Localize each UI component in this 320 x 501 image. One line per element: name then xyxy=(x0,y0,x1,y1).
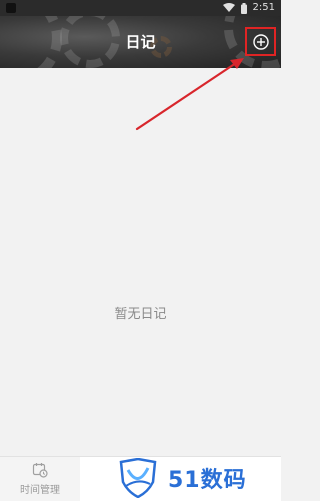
shield-logo-icon xyxy=(119,458,157,498)
calendar-clock-icon xyxy=(32,463,48,478)
watermark: 51数码 xyxy=(118,456,247,500)
status-icons: 2:51 xyxy=(222,1,275,15)
status-bar: 2:51 xyxy=(0,0,281,16)
battery-icon xyxy=(240,2,247,14)
status-time: 2:51 xyxy=(252,2,275,13)
notification-icon xyxy=(6,3,16,13)
plus-circle-icon xyxy=(252,33,269,50)
page-title: 日记 xyxy=(125,33,156,51)
wifi-icon xyxy=(222,3,235,12)
tab-time-management[interactable]: 时间管理 xyxy=(0,457,80,501)
watermark-text: 51数码 xyxy=(168,468,247,493)
add-diary-button[interactable] xyxy=(245,27,276,56)
tab-label: 时间管理 xyxy=(20,485,60,496)
diary-list-area: 暂无日记 xyxy=(0,68,281,456)
empty-state-text: 暂无日记 xyxy=(114,307,167,322)
